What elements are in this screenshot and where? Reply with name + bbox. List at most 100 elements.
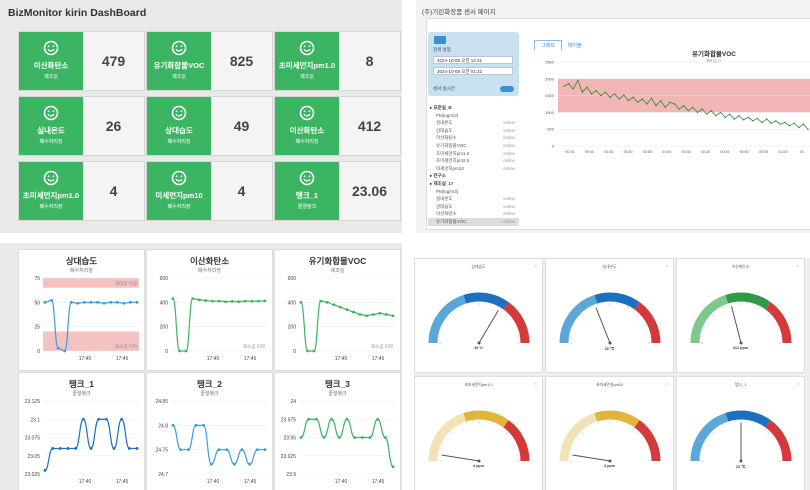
data-point	[89, 447, 93, 450]
y-tick-label: 1000	[545, 110, 555, 115]
sensor-card[interactable]: 미세먼지pm10 폐수처리장 4	[146, 161, 273, 221]
sensor-card-location: 폐수처리장	[295, 139, 319, 145]
sensor-card[interactable]: 탱크_1 콜렬탱크 23.06	[274, 161, 401, 221]
data-point	[263, 448, 267, 452]
gauge-tick	[505, 432, 508, 435]
gauge-tick	[712, 314, 715, 317]
y-tick-label: 600	[288, 276, 297, 282]
gauge-tick	[510, 437, 512, 438]
x-tick-label: 17:40	[207, 479, 220, 485]
data-point	[385, 313, 388, 316]
data-point	[243, 299, 247, 303]
data-point	[365, 314, 369, 318]
data-point	[186, 448, 190, 452]
sensor-card-name: 상대습도	[165, 126, 193, 135]
gauge-arc	[634, 420, 661, 462]
sensor-card-badge: 이산화탄소 폐수처리장	[275, 97, 339, 155]
x-tick-label: 17:40	[335, 356, 348, 362]
sensor-card-value: 4	[109, 183, 118, 199]
gauges-panel: 상대습도 × 49 % 실내온도 × 26 ℃ 이산화탄소 × 412 ppm 초미세먼지pm1.…	[414, 258, 810, 490]
gauge-tick	[708, 437, 710, 438]
gauge-tick	[772, 437, 774, 438]
gauge-tick	[633, 310, 634, 312]
gauge-tick	[767, 432, 770, 435]
data-point	[376, 417, 380, 421]
gauge-value: 4 ppm	[603, 464, 616, 468]
mini-charts-panel: 75 50 25 0 17:40 17:45 최대값 이상 최소값 이하 상대습도 폐수처리장 60…	[0, 243, 402, 490]
y-tick-label: 600	[160, 276, 169, 282]
chart-title: 유기화합물VOC	[692, 49, 736, 58]
x-tick-label: 00:35	[566, 150, 575, 154]
gauge-arc	[503, 302, 530, 344]
data-point	[325, 300, 329, 304]
data-point	[230, 299, 234, 303]
sensor-card[interactable]: 이산화탄소 제조실 479	[18, 31, 145, 91]
sensor-card-location: 폐수처리장	[167, 204, 191, 210]
data-point	[194, 423, 198, 427]
data-point	[83, 300, 86, 304]
data-point	[171, 297, 175, 301]
sensor-card-badge: 초미세먼지pm1.0 제조실	[275, 32, 339, 90]
gauge-arc	[428, 294, 467, 344]
sensor-card-name: 미세먼지pm10	[155, 191, 203, 200]
voc-chart: 유기화합물VOC제조실_172500200015001000500000:35 0…	[545, 49, 810, 154]
data-point	[211, 299, 214, 303]
band-label: 최소값 이하	[371, 343, 394, 350]
gauge	[690, 292, 792, 345]
sensor-card-location: 콜렬탱크	[297, 204, 317, 210]
data-point	[50, 298, 53, 302]
data-point	[257, 299, 260, 303]
data-point	[69, 300, 73, 304]
data-point	[109, 300, 113, 304]
gauge-tick	[586, 310, 587, 312]
x-tick-label: 00:45	[604, 150, 613, 154]
close-icon[interactable]: ×	[797, 263, 799, 268]
gauge-tick	[577, 319, 579, 320]
y-tick-label: 1500	[545, 93, 555, 98]
gauge-tick	[510, 319, 512, 320]
data-point	[76, 301, 80, 305]
data-point	[378, 311, 382, 315]
data-point	[224, 300, 227, 304]
gauge-tick	[767, 314, 770, 317]
sensor-card[interactable]: 유기화합물VOC 제조실 825	[146, 31, 273, 91]
data-point	[51, 447, 55, 450]
close-icon[interactable]: ×	[535, 263, 537, 268]
x-tick-label: 17:45	[244, 356, 257, 362]
y-tick-label: 23.95	[283, 436, 296, 442]
sensor-card[interactable]: 초미세먼지pm1.0 제조실 8	[274, 31, 401, 91]
close-icon[interactable]: ×	[666, 263, 668, 268]
data-point	[209, 462, 213, 466]
dashboard-panel: BizMonitor kirin DashBoard 이산화탄소 제조실 479…	[0, 0, 402, 233]
data-point	[368, 436, 372, 439]
close-icon[interactable]: ×	[666, 381, 668, 386]
gauge-card: 초미세먼지pm10 × 4 ppm	[545, 376, 674, 490]
gauge-value: 412 ppm	[732, 346, 749, 350]
gauge-arc	[594, 292, 640, 310]
data-point	[353, 436, 357, 439]
sensor-card[interactable]: 실내온도 폐수처리장 26	[18, 96, 145, 156]
x-tick-label: 17:40	[207, 356, 220, 362]
data-point	[358, 313, 362, 316]
sensor-card[interactable]: 상대습도 폐수처리장 49	[146, 96, 273, 156]
sensor-card-location: 제조실	[300, 74, 314, 80]
x-tick-label: 00:50	[624, 150, 633, 154]
close-icon[interactable]: ×	[797, 381, 799, 386]
y-tick-label: 0	[552, 144, 555, 149]
data-point	[63, 349, 67, 353]
sensor-card[interactable]: 초미세먼지pm1.0 폐수처리장 4	[18, 161, 145, 221]
data-point	[112, 447, 116, 450]
sensor-card-name: 실내온도	[37, 126, 65, 135]
gauge-tick	[712, 432, 715, 435]
sensor-card-badge: 초미세먼지pm1.0 폐수처리장	[19, 162, 83, 220]
data-point	[383, 436, 387, 439]
sensor-card-value: 23.06	[351, 183, 388, 199]
data-point	[345, 417, 349, 421]
gauge-arc	[594, 410, 640, 428]
data-point	[312, 349, 316, 353]
data-point	[332, 303, 336, 307]
sensor-card[interactable]: 이산화탄소 폐수처리장 412	[274, 96, 401, 156]
gauge-tick	[764, 310, 765, 312]
mini-chart-title: 상대습도	[65, 256, 98, 266]
close-icon[interactable]: ×	[535, 381, 537, 386]
